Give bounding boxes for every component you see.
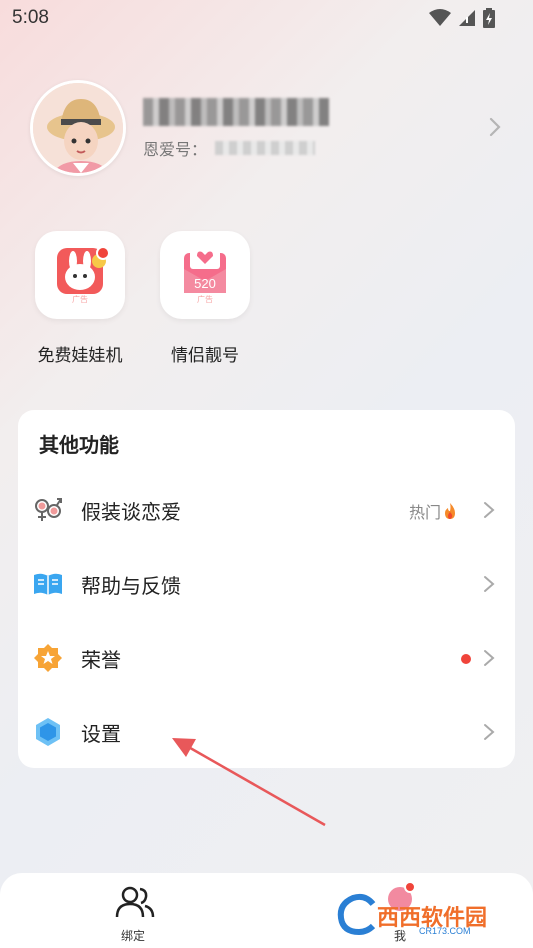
promo-couple-number-label: 情侣靓号	[171, 346, 239, 366]
status-time: 5:08	[12, 7, 49, 28]
avatar-girl-icon	[33, 83, 123, 173]
status-bar: 5:08	[0, 0, 533, 36]
star-badge-icon	[34, 644, 62, 672]
gender-couple-icon	[35, 498, 62, 521]
card-title: 其他功能	[39, 433, 119, 457]
chevron-right-icon[interactable]	[488, 116, 502, 138]
menu-item-label: 假装谈恋爱	[81, 500, 181, 524]
menu-item-help-feedback[interactable]: 帮助与反馈	[18, 554, 515, 614]
menu-item-fake-dating[interactable]: 假装谈恋爱 热门	[18, 480, 515, 540]
claw-machine-rabbit-icon	[57, 246, 110, 294]
menu-item-label: 荣誉	[81, 648, 121, 672]
promo-couple-number[interactable]: 520 广告 情侣靓号	[160, 231, 250, 366]
other-functions-card: 其他功能 假装谈恋爱 热门 帮助与反馈 荣誉 设置	[18, 410, 515, 768]
notification-dot	[461, 654, 471, 664]
promo-claw-machine[interactable]: 广告 免费娃娃机	[35, 231, 125, 366]
menu-item-honor[interactable]: 荣誉	[18, 628, 515, 688]
promo-couple-number-tile[interactable]: 520 广告	[160, 231, 250, 319]
tab-bind[interactable]: 绑定	[93, 873, 173, 948]
chevron-right-icon	[484, 724, 495, 740]
menu-item-label: 帮助与反馈	[81, 574, 181, 598]
chevron-right-icon	[484, 650, 495, 666]
cr-logo-icon	[337, 893, 376, 936]
avatar[interactable]	[30, 80, 126, 176]
ad-badge: 广告	[72, 295, 88, 304]
promo-number: 520	[194, 276, 216, 291]
menu-item-settings[interactable]: 设置	[18, 702, 515, 762]
promo-claw-machine-tile[interactable]: 广告	[35, 231, 125, 319]
chevron-right-icon	[484, 576, 495, 592]
watermark-sub: CR173.COM	[419, 926, 471, 936]
account-id-blurred	[215, 141, 316, 155]
hot-tag: 热门	[409, 499, 457, 523]
hexagon-settings-icon	[36, 718, 60, 746]
signal-icon	[459, 10, 475, 26]
menu-item-label: 设置	[81, 722, 121, 746]
ad-badge: 广告	[197, 295, 213, 304]
tab-label: 绑定	[120, 929, 145, 943]
status-icons	[429, 8, 495, 28]
hot-tag-text: 热门	[408, 503, 441, 522]
username-blurred	[143, 98, 329, 126]
book-icon	[34, 573, 62, 595]
battery-icon	[483, 8, 495, 28]
fire-icon	[445, 503, 455, 519]
wifi-icon	[429, 9, 451, 26]
watermark-logo: 西西软件园 CR173.COM	[333, 890, 533, 940]
account-id-label: 恩爱号：	[143, 140, 208, 159]
chevron-right-icon	[484, 502, 495, 518]
promo-claw-machine-label: 免费娃娃机	[37, 346, 123, 366]
people-icon	[115, 886, 155, 918]
love-letter-icon	[184, 247, 226, 293]
account-id-row: 恩爱号：	[143, 136, 316, 160]
